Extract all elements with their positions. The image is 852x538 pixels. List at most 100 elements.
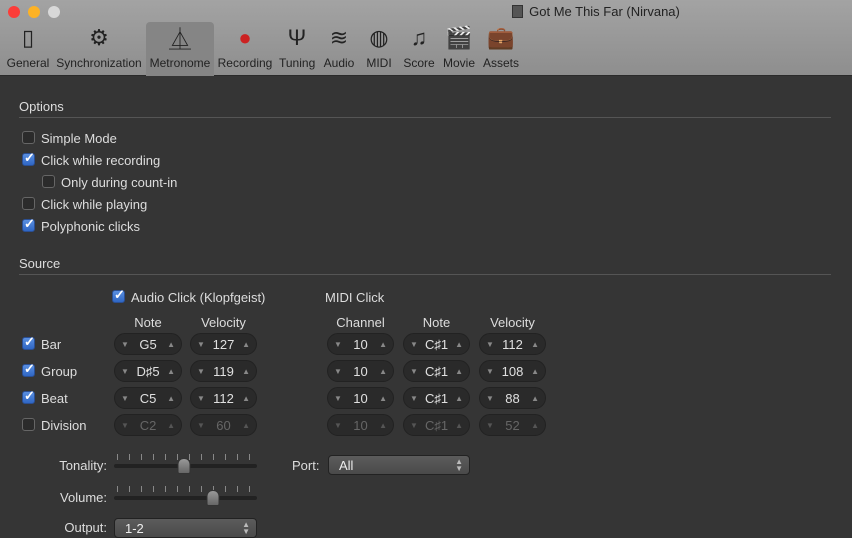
stepper-value[interactable]: 88 bbox=[505, 391, 519, 406]
decrement-arrow-icon[interactable]: ▼ bbox=[410, 394, 418, 403]
slider-thumb[interactable] bbox=[206, 490, 220, 506]
increment-arrow-icon[interactable]: ▲ bbox=[531, 421, 539, 430]
decrement-arrow-icon[interactable]: ▼ bbox=[334, 421, 342, 430]
toolbar-tab-tuning[interactable]: Ψ Tuning bbox=[279, 22, 315, 76]
tonality-slider[interactable] bbox=[114, 454, 257, 476]
midi-velocity-stepper[interactable]: ▼ 108 ▲ bbox=[479, 360, 546, 382]
midi-note-stepper[interactable]: ▼ C♯1 ▲ bbox=[403, 387, 470, 409]
decrement-arrow-icon[interactable]: ▼ bbox=[486, 340, 494, 349]
increment-arrow-icon[interactable]: ▲ bbox=[455, 394, 463, 403]
channel-stepper[interactable]: ▼ 10 ▲ bbox=[327, 414, 394, 436]
stepper-value[interactable]: C♯1 bbox=[425, 364, 448, 379]
increment-arrow-icon[interactable]: ▲ bbox=[167, 340, 175, 349]
decrement-arrow-icon[interactable]: ▼ bbox=[197, 340, 205, 349]
decrement-arrow-icon[interactable]: ▼ bbox=[486, 367, 494, 376]
decrement-arrow-icon[interactable]: ▼ bbox=[334, 367, 342, 376]
toolbar-tab-general[interactable]: ▯ General bbox=[4, 22, 52, 76]
toolbar-tab-midi[interactable]: ◍ MIDI bbox=[361, 22, 397, 76]
increment-arrow-icon[interactable]: ▲ bbox=[242, 421, 250, 430]
decrement-arrow-icon[interactable]: ▼ bbox=[486, 394, 494, 403]
stepper-value[interactable]: C2 bbox=[140, 418, 157, 433]
midi-velocity-stepper[interactable]: ▼ 52 ▲ bbox=[479, 414, 546, 436]
port-dropdown[interactable]: All ▲ ▼ bbox=[328, 455, 470, 475]
row-checkbox-division[interactable] bbox=[22, 418, 35, 431]
row-checkbox-beat[interactable] bbox=[22, 388, 35, 404]
toolbar-tab-metronome[interactable]: ⏅ Metronome bbox=[146, 22, 214, 76]
row-checkbox-bar[interactable] bbox=[22, 334, 35, 350]
velocity-stepper[interactable]: ▼ 112 ▲ bbox=[190, 387, 257, 409]
slider-thumb[interactable] bbox=[177, 458, 191, 474]
decrement-arrow-icon[interactable]: ▼ bbox=[334, 394, 342, 403]
audio-click-checkbox[interactable] bbox=[112, 287, 125, 303]
option-checkbox[interactable] bbox=[42, 175, 55, 188]
decrement-arrow-icon[interactable]: ▼ bbox=[410, 421, 418, 430]
increment-arrow-icon[interactable]: ▲ bbox=[531, 394, 539, 403]
increment-arrow-icon[interactable]: ▲ bbox=[167, 421, 175, 430]
decrement-arrow-icon[interactable]: ▼ bbox=[410, 367, 418, 376]
toolbar-tab-movie[interactable]: 🎬 Movie bbox=[440, 22, 478, 76]
increment-arrow-icon[interactable]: ▲ bbox=[242, 394, 250, 403]
increment-arrow-icon[interactable]: ▲ bbox=[242, 340, 250, 349]
stepper-value[interactable]: C♯1 bbox=[425, 418, 448, 433]
velocity-stepper[interactable]: ▼ 127 ▲ bbox=[190, 333, 257, 355]
increment-arrow-icon[interactable]: ▲ bbox=[455, 421, 463, 430]
decrement-arrow-icon[interactable]: ▼ bbox=[410, 340, 418, 349]
channel-stepper[interactable]: ▼ 10 ▲ bbox=[327, 387, 394, 409]
midi-note-stepper[interactable]: ▼ C♯1 ▲ bbox=[403, 333, 470, 355]
output-dropdown[interactable]: 1-2 ▲ ▼ bbox=[114, 518, 257, 538]
decrement-arrow-icon[interactable]: ▼ bbox=[197, 394, 205, 403]
stepper-value[interactable]: C♯1 bbox=[425, 391, 448, 406]
decrement-arrow-icon[interactable]: ▼ bbox=[486, 421, 494, 430]
note-stepper[interactable]: ▼ D♯5 ▲ bbox=[114, 360, 182, 382]
increment-arrow-icon[interactable]: ▲ bbox=[531, 367, 539, 376]
toolbar-tab-assets[interactable]: 💼 Assets bbox=[482, 22, 520, 76]
stepper-value[interactable]: 10 bbox=[353, 364, 367, 379]
stepper-value[interactable]: 112 bbox=[213, 391, 234, 406]
decrement-arrow-icon[interactable]: ▼ bbox=[121, 394, 129, 403]
increment-arrow-icon[interactable]: ▲ bbox=[455, 367, 463, 376]
increment-arrow-icon[interactable]: ▲ bbox=[242, 367, 250, 376]
decrement-arrow-icon[interactable]: ▼ bbox=[197, 367, 205, 376]
stepper-value[interactable]: 10 bbox=[353, 337, 367, 352]
option-checkbox[interactable] bbox=[22, 216, 35, 232]
channel-stepper[interactable]: ▼ 10 ▲ bbox=[327, 333, 394, 355]
midi-note-stepper[interactable]: ▼ C♯1 ▲ bbox=[403, 414, 470, 436]
volume-slider[interactable] bbox=[114, 486, 257, 508]
stepper-value[interactable]: C5 bbox=[140, 391, 157, 406]
option-checkbox[interactable] bbox=[22, 197, 35, 210]
option-checkbox[interactable] bbox=[22, 131, 35, 144]
velocity-stepper[interactable]: ▼ 119 ▲ bbox=[190, 360, 257, 382]
toolbar-tab-audio[interactable]: ≋ Audio bbox=[321, 22, 357, 76]
midi-note-stepper[interactable]: ▼ C♯1 ▲ bbox=[403, 360, 470, 382]
toolbar-tab-recording[interactable]: ● Recording bbox=[216, 22, 274, 76]
decrement-arrow-icon[interactable]: ▼ bbox=[121, 340, 129, 349]
stepper-value[interactable]: 60 bbox=[216, 418, 230, 433]
increment-arrow-icon[interactable]: ▲ bbox=[167, 367, 175, 376]
stepper-value[interactable]: 112 bbox=[502, 337, 523, 352]
note-stepper[interactable]: ▼ C5 ▲ bbox=[114, 387, 182, 409]
stepper-value[interactable]: D♯5 bbox=[136, 364, 159, 379]
toolbar-tab-synchronization[interactable]: ⚙ Synchronization bbox=[55, 22, 143, 76]
decrement-arrow-icon[interactable]: ▼ bbox=[197, 421, 205, 430]
decrement-arrow-icon[interactable]: ▼ bbox=[334, 340, 342, 349]
increment-arrow-icon[interactable]: ▲ bbox=[379, 421, 387, 430]
midi-velocity-stepper[interactable]: ▼ 112 ▲ bbox=[479, 333, 546, 355]
stepper-value[interactable]: 10 bbox=[353, 391, 367, 406]
increment-arrow-icon[interactable]: ▲ bbox=[167, 394, 175, 403]
increment-arrow-icon[interactable]: ▲ bbox=[379, 367, 387, 376]
increment-arrow-icon[interactable]: ▲ bbox=[531, 340, 539, 349]
decrement-arrow-icon[interactable]: ▼ bbox=[121, 421, 129, 430]
increment-arrow-icon[interactable]: ▲ bbox=[455, 340, 463, 349]
midi-velocity-stepper[interactable]: ▼ 88 ▲ bbox=[479, 387, 546, 409]
stepper-value[interactable]: 119 bbox=[213, 364, 234, 379]
toolbar-tab-score[interactable]: ♫ Score bbox=[401, 22, 437, 76]
note-stepper[interactable]: ▼ C2 ▲ bbox=[114, 414, 182, 436]
note-stepper[interactable]: ▼ G5 ▲ bbox=[114, 333, 182, 355]
stepper-value[interactable]: 108 bbox=[502, 364, 524, 379]
velocity-stepper[interactable]: ▼ 60 ▲ bbox=[190, 414, 257, 436]
channel-stepper[interactable]: ▼ 10 ▲ bbox=[327, 360, 394, 382]
increment-arrow-icon[interactable]: ▲ bbox=[379, 340, 387, 349]
decrement-arrow-icon[interactable]: ▼ bbox=[121, 367, 129, 376]
increment-arrow-icon[interactable]: ▲ bbox=[379, 394, 387, 403]
option-checkbox[interactable] bbox=[22, 150, 35, 166]
